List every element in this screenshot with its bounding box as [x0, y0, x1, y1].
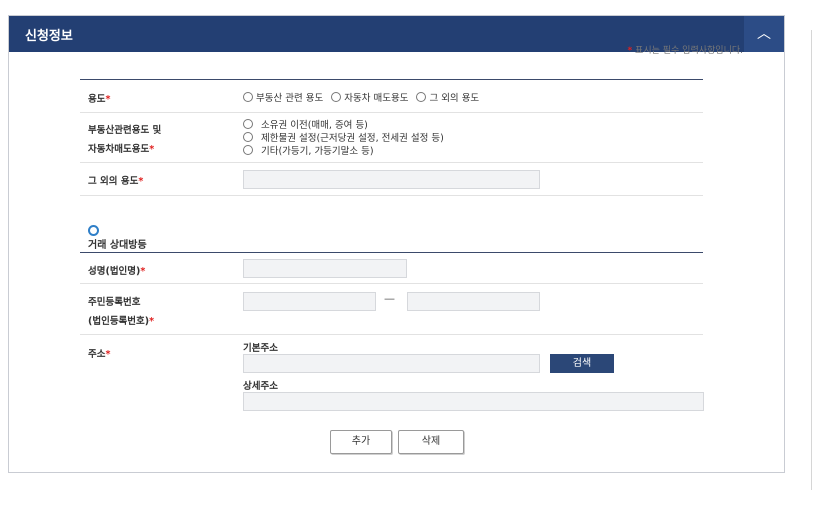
collapse-button[interactable]: ︿	[744, 16, 784, 52]
divider	[80, 283, 703, 284]
other-usage-label: 그 외의 용도*	[88, 176, 144, 187]
divider	[80, 334, 703, 335]
realestate-usage-label-1: 부동산관련용도 및	[88, 125, 162, 136]
required-star-icon: *	[105, 94, 111, 105]
basic-address-label: 기본주소	[243, 343, 278, 354]
radio-icon	[243, 145, 253, 155]
address-search-button[interactable]: 검색	[550, 354, 614, 373]
counterparty-section-title: 거래 상대방등	[88, 240, 147, 251]
address-label: 주소*	[88, 349, 111, 360]
section-bullet-icon	[88, 225, 99, 236]
required-star-icon: *	[627, 46, 633, 56]
divider	[80, 195, 703, 196]
divider	[80, 252, 703, 253]
id-label-1: 주민등록번호	[88, 297, 141, 308]
required-star-icon: *	[149, 316, 155, 327]
name-label: 성명(법인명)*	[88, 266, 146, 277]
id-separator: —	[384, 292, 395, 305]
usage-radio-group: 부동산 관련 용도 자동차 매도용도 그 외의 용도	[243, 90, 479, 104]
usage-label: 용도*	[88, 94, 111, 105]
radio-icon	[243, 92, 253, 102]
required-note: * 표시는 필수 입력사항입니다.	[627, 46, 743, 56]
usage-option-car[interactable]: 자동차 매도용도	[331, 90, 408, 104]
add-button[interactable]: 추가	[330, 430, 392, 454]
detail-address-label: 상세주소	[243, 381, 278, 392]
required-star-icon: *	[140, 266, 146, 277]
radio-icon	[416, 92, 427, 102]
id-label-2: (법인등록번호)*	[88, 316, 155, 327]
detail-address-input[interactable]	[243, 392, 704, 411]
name-input[interactable]	[243, 259, 407, 278]
divider	[80, 79, 703, 80]
radio-icon	[331, 92, 342, 102]
required-star-icon: *	[105, 349, 111, 360]
right-divider	[811, 30, 812, 490]
usage-option-other[interactable]: 그 외의 용도	[416, 90, 479, 104]
realestate-option-transfer[interactable]: 소유권 이전(매매, 증여 등)	[243, 117, 368, 131]
required-star-icon: *	[149, 144, 155, 155]
chevron-up-icon: ︿	[757, 26, 771, 42]
other-usage-input[interactable]	[243, 170, 540, 189]
divider	[80, 162, 703, 163]
radio-icon	[243, 132, 253, 142]
divider	[80, 112, 703, 113]
usage-option-realestate[interactable]: 부동산 관련 용도	[243, 90, 323, 104]
required-star-icon: *	[138, 176, 144, 187]
realestate-usage-label-2: 자동차매도용도*	[88, 144, 155, 155]
realestate-option-restricted[interactable]: 제한물권 설정(근저당권 설정, 전세권 설정 등)	[243, 130, 444, 144]
id-number-part1-input[interactable]	[243, 292, 376, 311]
radio-icon	[243, 119, 253, 129]
id-number-part2-input[interactable]	[407, 292, 540, 311]
basic-address-input[interactable]	[243, 354, 540, 373]
delete-button[interactable]: 삭제	[398, 430, 464, 454]
realestate-option-etc[interactable]: 기타(가등기, 가등기말소 등)	[243, 143, 374, 157]
panel-title: 신청정보	[25, 29, 73, 44]
